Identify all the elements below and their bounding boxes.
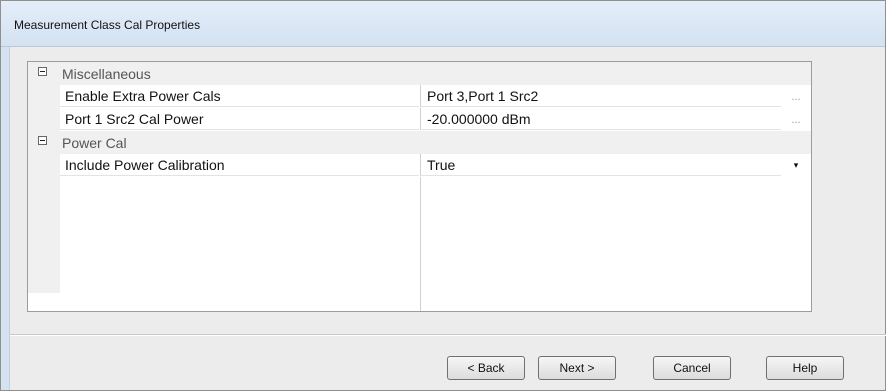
property-value: True [427,157,456,173]
property-value-cell[interactable]: -20.000000 dBm [420,108,781,130]
help-button[interactable]: Help [766,356,844,380]
property-value: -20.000000 dBm [427,111,531,127]
ellipsis-button[interactable]: ... [784,85,808,107]
dialog-window: Measurement Class Cal Properties Miscell… [0,0,886,391]
property-name-cell[interactable]: Port 1 Src2 Cal Power [60,108,419,130]
property-row-enable-extra-power-cals[interactable]: Enable Extra Power Cals Port 3,Port 1 Sr… [28,85,811,108]
category-label: Miscellaneous [62,66,151,82]
back-button[interactable]: < Back [447,356,525,380]
window-title: Measurement Class Cal Properties [14,18,201,32]
property-name-cell[interactable]: Include Power Calibration [60,154,419,176]
left-border-strip [1,47,10,390]
property-row-include-power-calibration[interactable]: Include Power Calibration True ▾ [28,154,811,177]
cancel-button[interactable]: Cancel [653,356,731,380]
category-power-cal[interactable]: Power Cal [28,131,811,154]
property-name: Include Power Calibration [65,157,225,173]
collapse-icon[interactable] [38,67,47,76]
column-divider [420,177,421,311]
property-grid: Miscellaneous Enable Extra Power Cals Po… [27,61,812,312]
ellipsis-button[interactable]: ... [784,108,808,130]
property-value-cell[interactable]: Port 3,Port 1 Src2 [420,85,781,107]
next-button[interactable]: Next > [538,356,616,380]
property-name: Port 1 Src2 Cal Power [65,111,204,127]
category-label: Power Cal [62,135,127,151]
property-name: Enable Extra Power Cals [65,88,221,104]
dropdown-arrow-icon[interactable]: ▾ [784,154,808,176]
property-value-cell[interactable]: True [420,154,781,176]
property-value: Port 3,Port 1 Src2 [427,88,539,104]
title-bar: Measurement Class Cal Properties [1,1,885,47]
category-miscellaneous[interactable]: Miscellaneous [28,62,811,85]
property-name-cell[interactable]: Enable Extra Power Cals [60,85,419,107]
footer-separator [10,334,886,336]
collapse-icon[interactable] [38,136,47,145]
property-row-port1-src2-cal-power[interactable]: Port 1 Src2 Cal Power -20.000000 dBm ... [28,108,811,131]
